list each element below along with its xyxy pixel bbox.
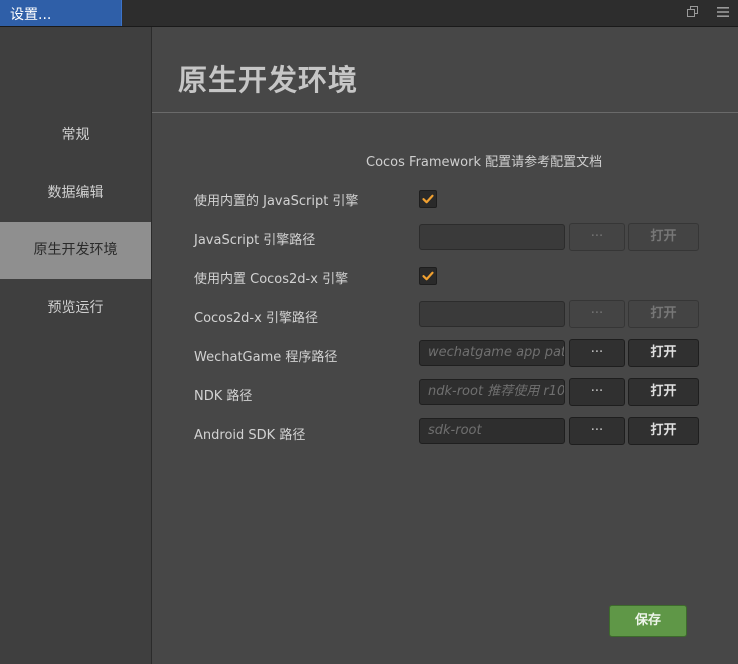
sidebar-item-preview-run[interactable]: 预览运行	[0, 280, 151, 337]
ndk-path-label: NDK 路径	[194, 389, 253, 404]
wechatgame-path-label: WechatGame 程序路径	[194, 350, 338, 365]
sidebar-item-general[interactable]: 常规	[0, 107, 151, 164]
ndk-path-input[interactable]: ndk-root 推荐使用 r10e	[419, 379, 565, 405]
sidebar-item-data-editor[interactable]: 数据编辑	[0, 165, 151, 222]
use-builtin-js-engine-label: 使用内置的 JavaScript 引擎	[194, 194, 359, 209]
title-bar: 设置...	[0, 0, 738, 27]
cocos2dx-path-label: Cocos2d-x 引擎路径	[194, 311, 318, 326]
js-engine-open-button[interactable]: 打开	[628, 223, 699, 251]
wechatgame-browse-button[interactable]: ···	[569, 339, 625, 367]
android-sdk-browse-button[interactable]: ···	[569, 417, 625, 445]
js-engine-path-input[interactable]	[419, 224, 565, 250]
settings-panel: 原生开发环境 Cocos Framework 配置请参考配置文档 使用内置的 J…	[152, 27, 738, 664]
ndk-open-button[interactable]: 打开	[628, 378, 699, 406]
android-sdk-path-label: Android SDK 路径	[194, 428, 306, 443]
js-engine-browse-button[interactable]: ···	[569, 223, 625, 251]
menu-icon[interactable]	[716, 5, 730, 19]
ndk-browse-button[interactable]: ···	[569, 378, 625, 406]
android-sdk-path-input[interactable]: sdk-root	[419, 418, 565, 444]
framework-doc-note: Cocos Framework 配置请参考配置文档	[366, 155, 603, 170]
restore-icon[interactable]	[686, 5, 700, 19]
cocos2dx-browse-button[interactable]: ···	[569, 300, 625, 328]
save-button[interactable]: 保存	[609, 605, 687, 637]
window-tab-title: 设置...	[10, 7, 52, 23]
use-builtin-cocos2dx-label: 使用内置 Cocos2d-x 引擎	[194, 272, 349, 287]
wechatgame-open-button[interactable]: 打开	[628, 339, 699, 367]
page-title: 原生开发环境	[178, 63, 359, 97]
title-divider	[152, 112, 738, 113]
check-icon	[422, 271, 434, 281]
js-engine-path-label: JavaScript 引擎路径	[194, 233, 316, 248]
android-sdk-open-button[interactable]: 打开	[628, 417, 699, 445]
check-icon	[422, 194, 434, 204]
cocos2dx-path-input[interactable]	[419, 301, 565, 327]
use-builtin-js-engine-checkbox[interactable]	[419, 190, 437, 208]
use-builtin-cocos2dx-checkbox[interactable]	[419, 267, 437, 285]
wechatgame-path-input[interactable]: wechatgame app path	[419, 340, 565, 366]
window-tab[interactable]: 设置...	[0, 0, 122, 26]
settings-sidebar: 常规 数据编辑 原生开发环境 预览运行	[0, 27, 152, 664]
sidebar-item-native-develop[interactable]: 原生开发环境	[0, 222, 151, 279]
cocos2dx-open-button[interactable]: 打开	[628, 300, 699, 328]
